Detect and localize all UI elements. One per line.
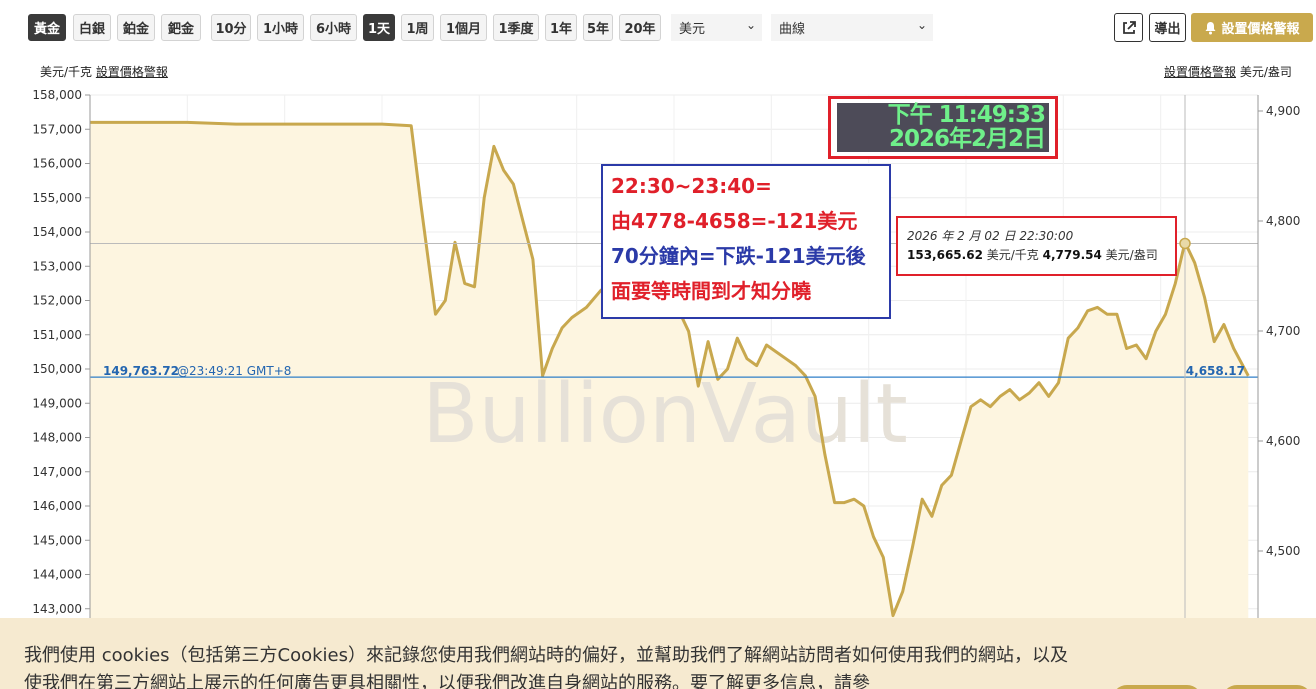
price-chart[interactable]: BullionVault 158,000 157,000 156,000 155,00… [0,0,1316,689]
left-tick-label: 147,000 [32,465,82,479]
chevron-down-icon: ⌄ [916,18,927,32]
period-6hours[interactable]: 6小時 [310,14,357,41]
chart-type-select[interactable]: 曲線 ⌄ [771,14,933,41]
tooltip-datetime: 2026 年 2 月 02 日 22:30:00 [907,229,1074,243]
right-tick-label: 4,500 [1266,544,1300,558]
set-price-alert-label: 設置價格警報 [1221,22,1300,37]
left-tick-label: 150,000 [32,362,82,376]
tooltip-left-unit: 美元/千克 [986,248,1039,262]
export-button[interactable]: 導出 [1149,13,1186,42]
watermark: BullionVault [422,367,908,462]
time-overlay-date: 2026年2月2日 [888,126,1046,152]
note-line-1: 22:30~23:40= [611,174,772,198]
metal-tab-gold[interactable]: 黃金 [28,14,66,41]
chart-toolbar: 黃金 白銀 鉑金 鈀金 10分 1小時 6小時 1天 1周 1個月 1季度 1年… [0,0,1316,56]
tooltip-right-unit: 美元/盎司 [1105,248,1158,262]
current-price-left-label: 149,763.72 [103,364,179,378]
left-tick-label: 154,000 [32,225,82,239]
cookie-banner: 我們使用 cookies（包括第三方Cookies）來記錄您使用我們網站時的偏好… [0,618,1316,689]
currency-select[interactable]: 美元 ⌄ [671,14,762,41]
tooltip-values: 153,665.62 美元/千克 4,779.54 美元/盎司 [907,246,1175,265]
right-unit-row: 設置價格警報 美元/盎司 [1164,63,1292,80]
left-tick-label: 153,000 [32,259,82,273]
left-tick-label: 156,000 [32,157,82,171]
left-tick-label: 157,000 [32,122,82,136]
metal-tab-silver[interactable]: 白銀 [73,14,111,41]
left-tick-label: 151,000 [32,328,82,342]
left-tick-label: 146,000 [32,499,82,513]
currency-select-value: 美元 [679,22,706,37]
current-time-label: @23:49:21 GMT+8 [177,364,291,378]
period-1quarter[interactable]: 1季度 [493,14,539,41]
left-tick-label: 155,000 [32,191,82,205]
period-1year[interactable]: 1年 [545,14,577,41]
note-line-2: 由4778-4658=-121美元 [611,209,858,233]
metal-tab-palladium[interactable]: 鈀金 [161,14,201,41]
external-link-icon [1122,20,1136,34]
period-1day[interactable]: 1天 [363,14,395,41]
left-tick-label: 158,000 [32,88,82,102]
chart-type-select-value: 曲線 [779,22,806,37]
period-10min[interactable]: 10分 [211,14,251,41]
current-price-right-label: 4,658.17 [1186,364,1245,378]
right-tick-label: 4,700 [1266,324,1300,338]
right-price-alert-link[interactable]: 設置價格警報 [1164,65,1236,79]
left-tick-label: 143,000 [32,602,82,616]
right-tick-label: 4,900 [1266,104,1300,118]
time-overlay-box: 下午 11:49:33 2026年2月2日 [828,96,1058,159]
left-unit-row: 美元/千克 設置價格警報 [40,63,168,80]
period-20year[interactable]: 20年 [619,14,661,41]
annotation-note-box: 22:30~23:40= 由4778-4658=-121美元 70分鐘內=下跌-… [601,164,891,319]
right-tick-label: 4,800 [1266,214,1300,228]
left-tick-label: 144,000 [32,568,82,582]
cookie-settings-button[interactable] [1112,685,1202,689]
right-tick-label: 4,600 [1266,434,1300,448]
period-1week[interactable]: 1周 [401,14,434,41]
set-price-alert-button[interactable]: 設置價格警報 [1191,13,1313,42]
cookie-accept-button[interactable] [1222,685,1312,689]
hover-marker [1179,237,1191,250]
note-line-4: 面要等時間到才知分曉 [611,279,811,303]
left-price-alert-link[interactable]: 設置價格警報 [96,65,168,79]
note-line-3: 70分鐘內=下跌-121美元後 [611,244,866,268]
chevron-down-icon: ⌄ [745,18,756,32]
right-unit-label: 美元/盎司 [1239,65,1292,79]
metal-tab-platinum[interactable]: 鉑金 [117,14,155,41]
period-1month[interactable]: 1個月 [440,14,487,41]
tooltip-right-value: 4,779.54 [1042,248,1102,262]
hover-tooltip: 2026 年 2 月 02 日 22:30:00 153,665.62 美元/千… [896,216,1177,276]
time-overlay-time: 下午 11:49:33 [887,102,1046,128]
left-tick-label: 149,000 [32,396,82,410]
period-5year[interactable]: 5年 [583,14,613,41]
bell-icon [1205,21,1216,34]
period-1hour[interactable]: 1小時 [257,14,304,41]
tooltip-left-value: 153,665.62 [907,248,983,262]
left-axis-ticks: 158,000 157,000 156,000 155,000 154,000 153,0… [32,88,90,616]
left-unit-label: 美元/千克 [40,65,93,79]
right-axis-ticks: 4,900 4,800 4,700 4,600 4,500 [1258,104,1300,558]
time-overlay-display: 下午 11:49:33 2026年2月2日 [837,103,1049,152]
cookie-text: 我們使用 cookies（包括第三方Cookies）來記錄您使用我們網站時的偏好… [24,645,1068,689]
left-tick-label: 152,000 [32,294,82,308]
open-external-button[interactable] [1114,13,1143,42]
left-tick-label: 145,000 [32,533,82,547]
left-tick-label: 148,000 [32,431,82,445]
